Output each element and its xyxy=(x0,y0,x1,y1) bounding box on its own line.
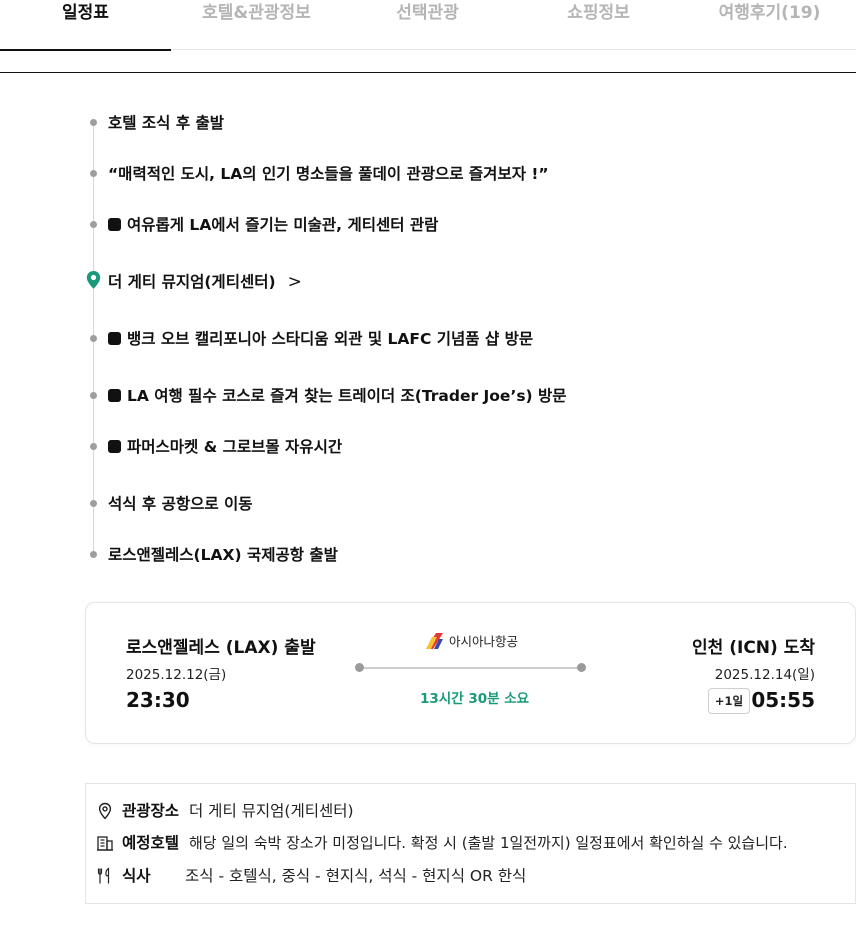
timeline-dot xyxy=(90,500,97,507)
timeline-item-text: 여유롭게 LA에서 즐기는 미술관, 게티센터 관람 xyxy=(127,216,439,234)
info-value: 해당 일의 숙박 장소가 미정입니다. 확정 시 (출발 1일전까지) 일정표에… xyxy=(189,834,788,852)
tab-shopping-info[interactable]: 쇼핑정보 xyxy=(513,0,684,50)
day-offset-badge: +1일 xyxy=(708,688,750,714)
flight-card: 로스앤젤레스 (LAX) 출발 2025.12.12(금) 23:30 아시아나… xyxy=(85,602,856,744)
tab-hotel-sightseeing-info[interactable]: 호텔&관광정보 xyxy=(171,0,342,50)
timeline-item: 호텔 조식 후 출발 xyxy=(108,113,224,133)
timeline-dot xyxy=(90,551,97,558)
tab-optional-tours[interactable]: 선택관광 xyxy=(342,0,513,50)
square-bullet-icon xyxy=(108,440,121,453)
square-bullet-icon xyxy=(108,389,121,402)
square-bullet-icon xyxy=(108,332,121,345)
square-bullet-icon xyxy=(108,218,121,231)
timeline-dot xyxy=(90,221,97,228)
arrival-time: 05:55 xyxy=(751,688,815,712)
route-end-dot xyxy=(577,663,586,672)
sight-link-getty-museum[interactable]: 더 게티 뮤지엄(게티센터) > xyxy=(108,272,302,292)
timeline-item-text: 로스앤젤레스(LAX) 국제공항 출발 xyxy=(108,546,338,564)
timeline-item: 여유롭게 LA에서 즐기는 미술관, 게티센터 관람 xyxy=(108,215,438,235)
route-line xyxy=(360,667,582,669)
timeline-dot xyxy=(90,335,97,342)
info-row-sightseeing: 관광장소 더 게티 뮤지엄(게티센터) xyxy=(96,800,846,822)
location-pin-icon xyxy=(86,271,101,289)
timeline-item: 파머스마켓 & 그로브몰 자유시간 xyxy=(108,437,342,457)
tab-itinerary[interactable]: 일정표 xyxy=(0,0,171,51)
info-label: 예정호텔 xyxy=(122,834,180,852)
timeline-item: 로스앤젤레스(LAX) 국제공항 출발 xyxy=(108,545,338,565)
timeline-item: LA 여행 필수 코스로 즐겨 찾는 트레이더 조(Trader Joe’s) … xyxy=(108,386,567,406)
airline-name: 아시아나항공 xyxy=(449,634,519,649)
departure-title: 로스앤젤레스 (LAX) 출발 xyxy=(126,638,316,658)
airline: 아시아나항공 xyxy=(426,631,518,650)
timeline-dot xyxy=(90,170,97,177)
timeline-item: “매력적인 도시, LA의 인기 명소들을 풀데이 관광으로 즐겨보자 !” xyxy=(108,164,549,184)
timeline-item-text: 더 게티 뮤지엄(게티센터) xyxy=(108,273,276,291)
timeline-item-text: 호텔 조식 후 출발 xyxy=(108,114,225,132)
arrival-date: 2025.12.14(일) xyxy=(714,667,815,683)
timeline-item-text: 뱅크 오브 캘리포니아 스타디움 외관 및 LAFC 기념품 샵 방문 xyxy=(127,330,534,348)
arrival-title: 인천 (ICN) 도착 xyxy=(692,638,815,658)
departure-date: 2025.12.12(금) xyxy=(126,667,227,683)
flight-duration: 13시간 30분 소요 xyxy=(420,691,530,707)
timeline-item-text: “매력적인 도시, LA의 인기 명소들을 풀데이 관광으로 즐겨보자 !” xyxy=(108,165,549,183)
fork-knife-icon xyxy=(97,867,110,884)
timeline-dot xyxy=(90,392,97,399)
info-row-meal: 식사 조식 - 호텔식, 중식 - 현지식, 석식 - 현지식 OR 한식 xyxy=(96,865,846,887)
info-value: 더 게티 뮤지엄(게티센터) xyxy=(189,802,354,820)
departure-time: 23:30 xyxy=(126,688,190,712)
day-info-box: 관광장소 더 게티 뮤지엄(게티센터) 예정호텔 해당 일의 숙박 장소가 미정… xyxy=(85,783,856,904)
timeline-item-text: 석식 후 공항으로 이동 xyxy=(108,495,253,513)
info-label: 관광장소 xyxy=(122,802,180,820)
hotel-building-icon xyxy=(97,836,113,851)
timeline-item: 석식 후 공항으로 이동 xyxy=(108,494,253,514)
timeline-dot xyxy=(90,119,97,126)
tab-bar: 일정표 호텔&관광정보 선택관광 쇼핑정보 여행후기(19) xyxy=(0,0,856,51)
section-divider xyxy=(0,72,856,73)
timeline-item-text: 파머스마켓 & 그로브몰 자유시간 xyxy=(127,438,343,456)
route-start-dot xyxy=(355,663,364,672)
asiana-logo-icon xyxy=(426,633,443,649)
chevron-right-icon: > xyxy=(287,272,302,292)
timeline-item: 뱅크 오브 캘리포니아 스타디움 외관 및 LAFC 기념품 샵 방문 xyxy=(108,329,533,349)
info-value: 조식 - 호텔식, 중식 - 현지식, 석식 - 현지식 OR 한식 xyxy=(185,867,527,885)
info-row-hotel: 예정호텔 해당 일의 숙박 장소가 미정입니다. 확정 시 (출발 1일전까지)… xyxy=(96,832,846,854)
location-pin-icon xyxy=(98,802,112,820)
timeline-dot xyxy=(90,443,97,450)
info-label: 식사 xyxy=(122,867,151,885)
timeline-item-text: LA 여행 필수 코스로 즐겨 찾는 트레이더 조(Trader Joe’s) … xyxy=(127,387,567,405)
tab-reviews[interactable]: 여행후기(19) xyxy=(684,0,855,50)
